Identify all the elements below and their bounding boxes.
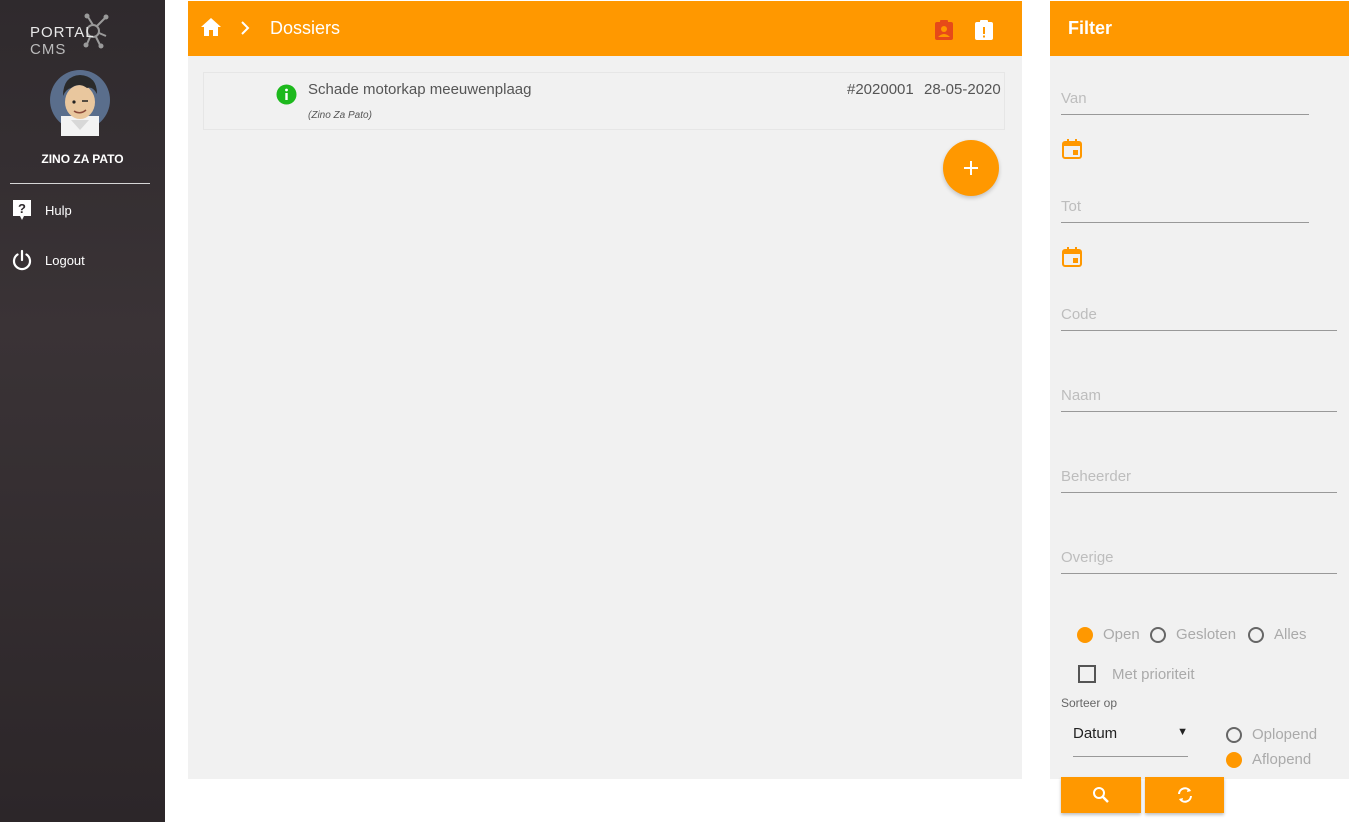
dossier-title: Schade motorkap meeuwenplaag <box>308 81 532 98</box>
naam-field[interactable]: Naam <box>1061 382 1337 412</box>
van-field[interactable]: Van <box>1061 85 1309 115</box>
sidebar-item-label: Logout <box>45 252 85 268</box>
power-icon <box>10 248 34 272</box>
priority-checkbox[interactable] <box>1078 665 1096 683</box>
contact-icon[interactable] <box>933 19 955 41</box>
sidebar-item-logout[interactable]: Logout <box>10 245 150 275</box>
dossier-date: 28-05-2020 <box>924 81 1001 98</box>
dossier-row[interactable]: Schade motorkap meeuwenplaag (Zino Za Pa… <box>203 72 1005 130</box>
refresh-icon <box>1177 787 1192 803</box>
chevron-right-icon <box>238 18 252 38</box>
svg-text:?: ? <box>18 201 26 216</box>
dossier-owner: (Zino Za Pato) <box>308 110 372 121</box>
code-field[interactable]: Code <box>1061 301 1337 331</box>
plus-icon <box>964 161 978 175</box>
sort-label: Sorteer op <box>1061 696 1118 710</box>
portalcms-logo: PORTALCMS <box>30 12 134 58</box>
van-label: Van <box>1061 90 1087 107</box>
status-radio-open[interactable]: Open <box>1077 626 1140 643</box>
tot-field[interactable]: Tot <box>1061 193 1309 223</box>
sidebar: PORTALCMS ZINO ZA PATO ? Hulp Logout <box>0 0 165 822</box>
sort-select[interactable]: Datum ▼ <box>1073 717 1188 757</box>
beheerder-field[interactable]: Beheerder <box>1061 463 1337 493</box>
search-button[interactable] <box>1061 777 1141 813</box>
status-radio-gesloten[interactable]: Gesloten <box>1150 626 1236 643</box>
radio-unselected[interactable] <box>1150 626 1166 643</box>
home-icon[interactable] <box>200 16 222 38</box>
status-radio-alles[interactable]: Alles <box>1248 626 1307 643</box>
top-bar: Dossiers <box>188 1 1022 56</box>
tot-label: Tot <box>1061 198 1082 215</box>
radio-unselected[interactable] <box>1226 726 1242 743</box>
filter-panel: Filter Van Tot Code Naam Beheerder Overi… <box>1050 1 1349 779</box>
add-dossier-button[interactable] <box>943 140 999 196</box>
logo-portal-text: PORTAL <box>30 24 95 41</box>
avatar <box>49 64 111 136</box>
radio-unselected[interactable] <box>1248 626 1264 643</box>
sidebar-item-label: Hulp <box>45 202 72 218</box>
clipboard-alert-icon[interactable] <box>973 19 995 41</box>
radio-label: Gesloten <box>1176 626 1237 643</box>
filter-header: Filter <box>1050 1 1349 56</box>
sidebar-divider <box>10 183 150 184</box>
radio-selected[interactable] <box>1226 751 1242 768</box>
calendar-icon[interactable] <box>1061 246 1083 268</box>
radio-label: Oplopend <box>1252 726 1318 743</box>
reset-button[interactable] <box>1145 777 1224 813</box>
naam-label: Naam <box>1061 387 1102 404</box>
info-icon <box>276 84 297 105</box>
overige-field[interactable]: Overige <box>1061 544 1337 574</box>
priority-label: Met prioriteit <box>1112 666 1195 683</box>
sidebar-item-hulp[interactable]: ? Hulp <box>10 195 150 225</box>
radio-label: Aflopend <box>1252 751 1312 768</box>
radio-selected[interactable] <box>1077 626 1093 643</box>
overige-label: Overige <box>1061 549 1114 566</box>
page-title: Dossiers <box>270 18 341 38</box>
user-name: ZINO ZA PATO <box>41 152 124 166</box>
filter-title: Filter <box>1068 18 1113 38</box>
radio-label: Open <box>1103 626 1140 643</box>
radio-label: Alles <box>1274 626 1307 643</box>
logo-cms-text: CMS <box>30 41 67 58</box>
order-radio-oplopend[interactable]: Oplopend <box>1226 726 1317 743</box>
code-label: Code <box>1061 306 1097 323</box>
dossiers-panel: Dossiers Schade motorkap meeuwenplaag (Z… <box>188 1 1022 779</box>
calendar-icon[interactable] <box>1061 138 1083 160</box>
beheerder-label: Beheerder <box>1061 468 1132 485</box>
sort-value: Datum <box>1073 725 1118 742</box>
dossier-code: #2020001 <box>847 81 914 98</box>
search-icon <box>1093 787 1109 803</box>
help-icon: ? <box>10 198 34 222</box>
order-radio-aflopend[interactable]: Aflopend <box>1226 751 1311 768</box>
dropdown-arrow-icon: ▼ <box>1177 726 1188 738</box>
